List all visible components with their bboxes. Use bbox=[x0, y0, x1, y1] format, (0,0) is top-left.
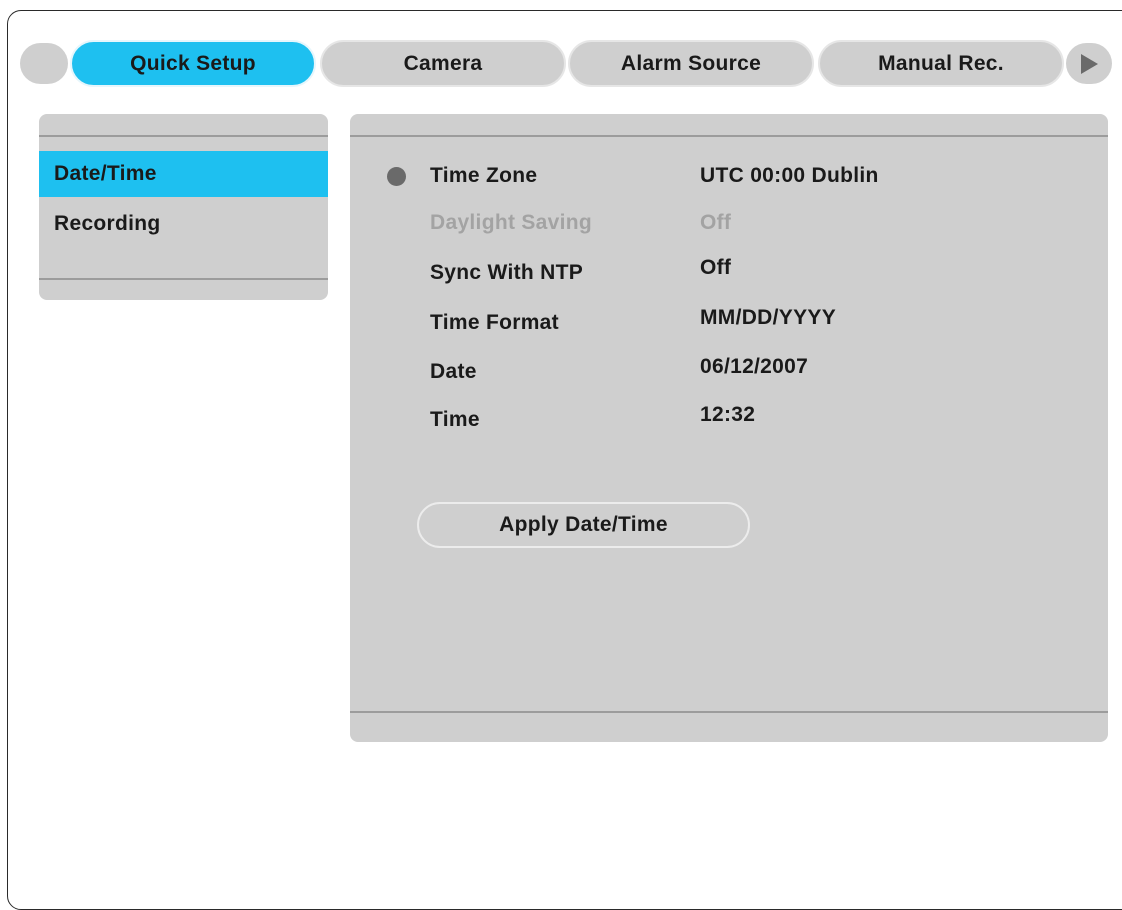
sidebar-item-date-time[interactable]: Date/Time bbox=[39, 151, 328, 197]
time-zone-label: Time Zone bbox=[430, 164, 538, 187]
next-tab-button[interactable] bbox=[1066, 43, 1112, 84]
time-label: Time bbox=[430, 408, 480, 431]
side-menu-bottom-divider bbox=[39, 278, 328, 280]
sync-ntp-value[interactable]: Off bbox=[700, 252, 731, 284]
date-value[interactable]: 06/12/2007 bbox=[700, 351, 808, 383]
filled-circle-icon bbox=[387, 167, 406, 186]
setting-row-time: Time 12:32 bbox=[350, 403, 1108, 436]
time-zone-value[interactable]: UTC 00:00 Dublin bbox=[700, 160, 879, 192]
time-format-value[interactable]: MM/DD/YYYY bbox=[700, 302, 836, 334]
time-value[interactable]: 12:32 bbox=[700, 399, 755, 431]
panel-top-divider bbox=[350, 135, 1108, 137]
apply-date-time-button[interactable]: Apply Date/Time bbox=[417, 502, 750, 548]
panel-bottom-divider bbox=[350, 711, 1108, 713]
setting-row-date: Date 06/12/2007 bbox=[350, 355, 1108, 388]
tab-alarm-source[interactable]: Alarm Source bbox=[568, 40, 814, 87]
tab-bar-left-cap bbox=[20, 43, 68, 84]
tab-camera[interactable]: Camera bbox=[320, 40, 566, 87]
side-menu: Date/Time Recording bbox=[39, 114, 328, 300]
setting-row-time-format: Time Format MM/DD/YYYY bbox=[350, 306, 1108, 339]
tab-quick-setup[interactable]: Quick Setup bbox=[70, 40, 316, 87]
setting-row-sync-ntp: Sync With NTP Off bbox=[350, 256, 1108, 289]
side-menu-top-divider bbox=[39, 135, 328, 137]
tab-manual-rec[interactable]: Manual Rec. bbox=[818, 40, 1064, 87]
setting-row-daylight-saving: Daylight Saving Off bbox=[350, 207, 1108, 239]
sidebar-item-recording[interactable]: Recording bbox=[39, 201, 328, 247]
sync-ntp-label: Sync With NTP bbox=[430, 261, 584, 284]
setting-row-time-zone: Time Zone UTC 00:00 Dublin bbox=[350, 160, 1108, 192]
date-label: Date bbox=[430, 360, 477, 383]
time-format-label: Time Format bbox=[430, 311, 559, 334]
date-time-settings-panel: Time Zone UTC 00:00 Dublin Daylight Savi… bbox=[350, 114, 1108, 742]
daylight-saving-value: Off bbox=[700, 211, 732, 234]
daylight-saving-label: Daylight Saving bbox=[430, 211, 593, 234]
play-triangle-right-icon bbox=[1081, 53, 1098, 74]
